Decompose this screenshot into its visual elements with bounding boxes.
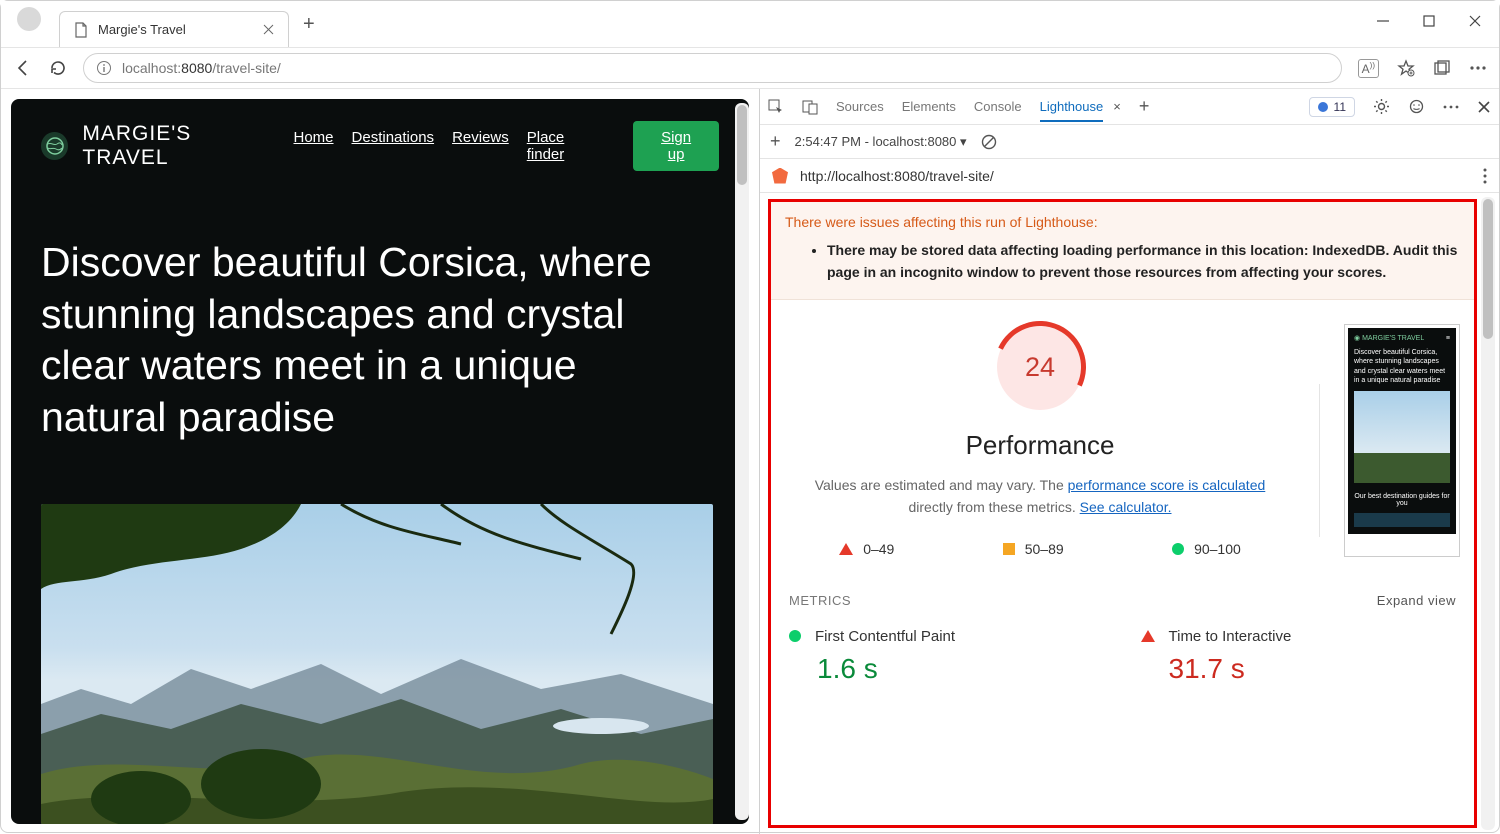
warning-title: There were issues affecting this run of …	[785, 214, 1460, 230]
tab-title: Margie's Travel	[98, 22, 186, 37]
circle-icon	[1172, 543, 1184, 555]
collections-button[interactable]	[1433, 59, 1451, 77]
maximize-button[interactable]	[1422, 14, 1436, 28]
nav-destinations[interactable]: Destinations	[352, 129, 435, 163]
site-info-icon[interactable]	[96, 60, 112, 76]
score-calc-link[interactable]: performance score is calculated	[1068, 477, 1266, 493]
address-bar: localhost:8080/travel-site/ A))	[1, 47, 1499, 89]
page-scrollbar[interactable]	[735, 103, 749, 820]
hero-image	[41, 504, 713, 824]
refresh-button[interactable]	[49, 59, 67, 77]
new-report-button[interactable]: +	[770, 131, 781, 152]
devtools-tab-bar: Sources Elements Console Lighthouse × + …	[760, 89, 1499, 125]
report-dropdown[interactable]: 2:54:47 PM - localhost:8080 ▾	[795, 134, 967, 150]
performance-title: Performance	[785, 430, 1295, 461]
signup-button[interactable]: Sign up	[633, 121, 719, 171]
score-legend: 0–49 50–89 90–100	[785, 541, 1295, 557]
page-viewport: MARGIE'S TRAVEL Home Destinations Review…	[1, 89, 759, 834]
warning-banner: There were issues affecting this run of …	[771, 202, 1474, 300]
close-tab-icon[interactable]: ×	[1113, 99, 1121, 114]
site-nav: Home Destinations Reviews Place finder	[294, 129, 600, 163]
minimize-button[interactable]	[1376, 14, 1390, 28]
url-text: localhost:8080/travel-site/	[122, 60, 281, 76]
nav-home[interactable]: Home	[294, 129, 334, 163]
menu-button[interactable]	[1469, 66, 1487, 70]
devtools-panel: Sources Elements Console Lighthouse × + …	[759, 89, 1499, 834]
settings-icon[interactable]	[1373, 98, 1390, 115]
close-tab-button[interactable]	[263, 24, 274, 35]
add-tab-icon[interactable]: +	[1139, 96, 1150, 117]
globe-icon	[41, 132, 68, 160]
performance-score-gauge: 24	[997, 324, 1083, 410]
site-logo-text: MARGIE'S TRAVEL	[82, 122, 279, 170]
square-icon	[1003, 543, 1015, 555]
page-icon	[74, 22, 88, 38]
browser-tab[interactable]: Margie's Travel	[59, 11, 289, 47]
browser-tab-bar: Margie's Travel +	[1, 1, 1499, 47]
more-icon[interactable]	[1443, 105, 1459, 109]
performance-description: Values are estimated and may vary. The p…	[785, 475, 1295, 518]
tab-console[interactable]: Console	[974, 99, 1022, 114]
site-header: MARGIE'S TRAVEL Home Destinations Review…	[41, 121, 719, 171]
tab-elements[interactable]: Elements	[902, 99, 956, 114]
profile-avatar[interactable]	[17, 7, 41, 31]
metric-tti-value: 31.7 s	[1169, 653, 1457, 685]
lighthouse-toolbar: + 2:54:47 PM - localhost:8080 ▾	[760, 125, 1499, 159]
page-thumbnail: ◉ MARGIE'S TRAVEL≡ Discover beautiful Co…	[1344, 324, 1460, 556]
tab-sources[interactable]: Sources	[836, 99, 884, 114]
expand-view-button[interactable]: Expand view	[1377, 593, 1456, 608]
nav-reviews[interactable]: Reviews	[452, 129, 509, 163]
issues-badge[interactable]: 11	[1309, 97, 1355, 117]
report-url: http://localhost:8080/travel-site/	[800, 168, 994, 184]
url-input[interactable]: localhost:8080/travel-site/	[83, 53, 1342, 83]
back-button[interactable]	[13, 58, 33, 78]
close-window-button[interactable]	[1468, 14, 1482, 28]
new-tab-button[interactable]: +	[303, 13, 315, 36]
read-aloud-button[interactable]: A))	[1358, 59, 1379, 78]
device-toggle-icon[interactable]	[802, 99, 818, 115]
warning-item: There may be stored data affecting loadi…	[827, 240, 1460, 283]
report-url-bar: http://localhost:8080/travel-site/	[760, 159, 1499, 193]
lighthouse-icon	[772, 168, 788, 184]
clear-button[interactable]	[981, 134, 997, 150]
hero-heading: Discover beautiful Corsica, where stunni…	[41, 237, 701, 444]
tab-lighthouse[interactable]: Lighthouse	[1040, 99, 1104, 122]
favorites-button[interactable]	[1397, 59, 1415, 77]
see-calculator-link[interactable]: See calculator.	[1080, 499, 1172, 515]
metric-tti: Time to Interactive 31.7 s	[1137, 622, 1461, 691]
nav-place-finder[interactable]: Place finder	[527, 129, 599, 163]
close-devtools-icon[interactable]	[1477, 100, 1491, 114]
metrics-heading: METRICS	[789, 593, 851, 608]
triangle-icon	[1141, 630, 1155, 642]
lighthouse-report: There were issues affecting this run of …	[768, 199, 1477, 828]
metric-fcp-value: 1.6 s	[817, 653, 1105, 685]
report-menu-icon[interactable]	[1483, 168, 1487, 184]
triangle-icon	[839, 543, 853, 555]
report-scrollbar[interactable]	[1481, 197, 1495, 830]
metric-fcp: First Contentful Paint 1.6 s	[785, 622, 1109, 691]
feedback-icon[interactable]	[1408, 98, 1425, 115]
inspect-icon[interactable]	[768, 99, 784, 115]
circle-icon	[789, 630, 801, 642]
